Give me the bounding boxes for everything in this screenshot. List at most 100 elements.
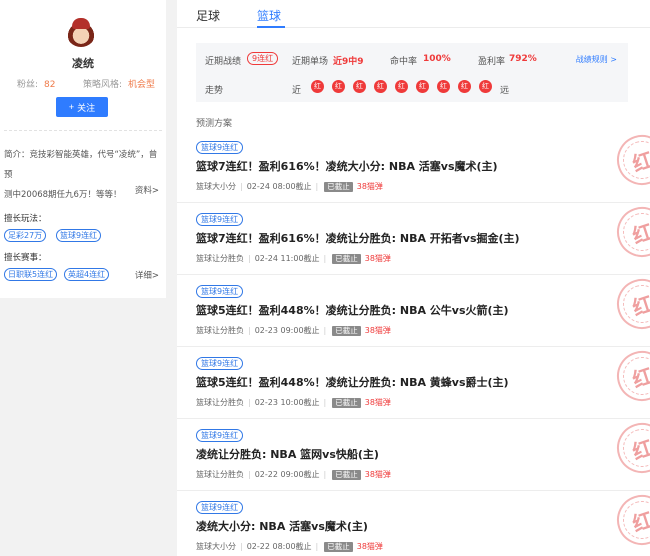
profit-value: 792% [509, 54, 537, 64]
sport-tabs: 足球 篮球 [177, 0, 650, 28]
trend-dot: 红 [374, 80, 387, 93]
profile-intro: 简介：竞技彩智能英雄，代号“凌统”，曾预 测中20068期任九6万！等等！ [4, 145, 164, 205]
item-deadline: 02-22 08:00截止 [246, 542, 312, 551]
item-price: 38猫弹 [356, 542, 383, 551]
prediction-item[interactable]: 篮球9连红 篮球7连红！盈利616%！凌统让分胜负: NBA 开拓者vs掘金(主… [177, 200, 650, 275]
item-meta: 篮球让分胜负 | 02-24 11:00截止 | 已截止 38猫弹 [196, 253, 391, 264]
item-tag: 篮球9连红 [196, 429, 244, 442]
trend-dot: 红 [395, 80, 408, 93]
trend-dot: 红 [353, 80, 366, 93]
item-tag: 篮球9连红 [196, 357, 244, 370]
prediction-item[interactable]: 篮球9连红 篮球5连红！盈利448%！凌统让分胜负: NBA 公牛vs火箭(主)… [177, 272, 650, 347]
red-stamp-icon: 红 [610, 200, 650, 264]
red-stamp-icon: 红 [610, 488, 650, 552]
hit-value: 100% [423, 54, 451, 64]
profit-label: 盈利率 [478, 57, 506, 67]
intro-line: 简介：竞技彩智能英雄，代号“凌统”，曾预 [4, 150, 158, 180]
record-summary: 近期战绩 9连红 近期单场 近9中9 命中率 100% 盈利率 792% 战绩规… [196, 43, 628, 102]
prediction-item[interactable]: 篮球9连红 篮球5连红！盈利448%！凌统让分胜负: NBA 黄蜂vs爵士(主)… [177, 344, 650, 419]
item-meta: 篮球让分胜负 | 02-22 09:00截止 | 已截止 38猫弹 [196, 469, 391, 480]
trend-dot: 红 [416, 80, 429, 93]
item-price: 38猫弹 [364, 398, 391, 407]
single-value: 近9中9 [333, 57, 364, 67]
style-stat: 策略风格: 机会型 [83, 77, 155, 90]
play-tag[interactable]: 足彩27万 [4, 229, 47, 242]
item-tag: 篮球9连红 [196, 501, 244, 514]
item-deadline: 02-22 09:00截止 [254, 470, 320, 479]
follow-button[interactable]: + 关注 [56, 97, 108, 117]
item-category: 篮球让分胜负 [196, 398, 244, 407]
profile-name: 凌统 [72, 57, 94, 70]
style-value: 机会型 [128, 80, 156, 90]
item-title[interactable]: 篮球7连红！盈利616%！凌统让分胜负: NBA 开拓者vs掘金(主) [196, 230, 520, 246]
red-stamp-icon: 红 [610, 272, 650, 336]
prediction-item[interactable]: 篮球9连红 凌统大小分: NBA 活塞vs魔术(主) 篮球大小分 | 02-22 … [177, 488, 650, 556]
play-tag[interactable]: 篮球9连红 [56, 229, 102, 242]
hit-label: 命中率 [390, 57, 418, 67]
item-title[interactable]: 篮球7连红！盈利616%！凌统大小分: NBA 活塞vs魔术(主) [196, 158, 498, 174]
item-status-badge: 已截止 [324, 541, 353, 552]
follow-label: 关注 [77, 102, 96, 113]
avatar[interactable] [66, 17, 96, 47]
item-price: 38猫弹 [356, 182, 383, 191]
item-title[interactable]: 篮球5连红！盈利448%！凌统让分胜负: NBA 黄蜂vs爵士(主) [196, 374, 509, 390]
red-stamp-icon: 红 [610, 344, 650, 408]
prediction-item[interactable]: 篮球9连红 篮球7连红！盈利616%！凌统大小分: NBA 活塞vs魔术(主) … [177, 128, 650, 203]
trend-dot: 红 [437, 80, 450, 93]
item-price: 38猫弹 [364, 326, 391, 335]
trend-near: 近 [292, 86, 302, 96]
detail-link[interactable]: 详细> [135, 269, 159, 281]
item-category: 篮球大小分 [196, 542, 236, 551]
event-tag[interactable]: 日职联5连红 [4, 268, 58, 281]
divider [4, 130, 162, 131]
item-meta: 篮球大小分 | 02-24 08:00截止 | 已截止 38猫弹 [196, 181, 383, 192]
play-label: 擅长玩法： [4, 214, 47, 224]
item-price: 38猫弹 [364, 254, 391, 263]
item-title[interactable]: 凌统让分胜负: NBA 篮网vs快船(主) [196, 446, 379, 462]
fans-label: 粉丝: [17, 80, 39, 90]
item-status-badge: 已截止 [332, 469, 361, 480]
item-tag: 篮球9连红 [196, 213, 244, 226]
red-stamp-icon: 红 [610, 416, 650, 480]
fans-stat: 粉丝: 82 [17, 77, 56, 90]
trend-dot: 红 [311, 80, 324, 93]
event-label: 擅长赛事： [4, 253, 47, 263]
prediction-item[interactable]: 篮球9连红 凌统让分胜负: NBA 篮网vs快船(主) 篮球让分胜负 | 02-2… [177, 416, 650, 491]
plus-icon: + [68, 102, 75, 112]
active-tab-indicator [257, 26, 285, 28]
record-rules-link[interactable]: 战绩规则 > [576, 54, 617, 65]
trend-label: 走势 [205, 86, 224, 96]
item-meta: 篮球大小分 | 02-22 08:00截止 | 已截止 38猫弹 [196, 541, 383, 552]
fans-value: 82 [44, 80, 56, 90]
more-info-link[interactable]: 资料> [135, 184, 159, 196]
item-category: 篮球让分胜负 [196, 254, 244, 263]
item-category: 篮球让分胜负 [196, 326, 244, 335]
item-title[interactable]: 篮球5连红！盈利448%！凌统让分胜负: NBA 公牛vs火箭(主) [196, 302, 509, 318]
item-title[interactable]: 凌统大小分: NBA 活塞vs魔术(主) [196, 518, 368, 534]
section-title: 预测方案 [196, 119, 233, 129]
item-meta: 篮球让分胜负 | 02-23 09:00截止 | 已截止 38猫弹 [196, 325, 391, 336]
tab-football[interactable]: 足球 [196, 7, 220, 24]
item-price: 38猫弹 [364, 470, 391, 479]
item-category: 篮球大小分 [196, 182, 236, 191]
item-status-badge: 已截止 [332, 253, 361, 264]
style-label: 策略风格: [83, 80, 123, 90]
item-deadline: 02-24 08:00截止 [246, 182, 312, 191]
item-tag: 篮球9连红 [196, 285, 244, 298]
recent-label: 近期战绩 [205, 57, 242, 67]
item-deadline: 02-23 09:00截止 [254, 326, 320, 335]
event-tag[interactable]: 英超4连红 [64, 268, 110, 281]
trend-dot: 红 [479, 80, 492, 93]
item-status-badge: 已截止 [332, 397, 361, 408]
item-category: 篮球让分胜负 [196, 470, 244, 479]
item-status-badge: 已截止 [332, 325, 361, 336]
main-panel: 足球 篮球 近期战绩 9连红 近期单场 近9中9 命中率 100% 盈利率 79… [177, 0, 650, 556]
item-status-badge: 已截止 [324, 181, 353, 192]
trend-dot: 红 [458, 80, 471, 93]
profile-card: 凌统 粉丝: 82 策略风格: 机会型 + 关注 简介：竞技彩智能英雄，代号“凌统”… [0, 0, 166, 298]
item-tag: 篮球9连红 [196, 141, 244, 154]
trend-dot: 红 [332, 80, 345, 93]
item-meta: 篮球让分胜负 | 02-23 10:00截止 | 已截止 38猫弹 [196, 397, 391, 408]
recent-badge: 9连红 [247, 52, 279, 65]
tab-basketball[interactable]: 篮球 [257, 7, 281, 24]
